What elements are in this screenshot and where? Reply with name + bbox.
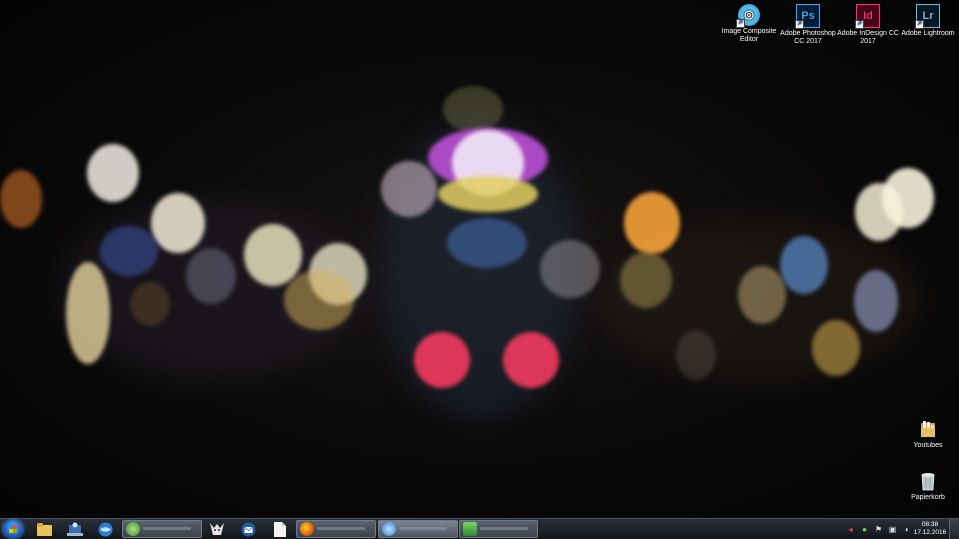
clock-date: 17.12.2016 bbox=[913, 529, 947, 536]
desktop-icon-label: Adobe InDesign CC 2017 bbox=[837, 30, 899, 45]
taskbar-window-firefox[interactable] bbox=[296, 520, 376, 538]
app2-icon bbox=[463, 522, 477, 536]
network-icon[interactable]: ▣ bbox=[888, 525, 897, 534]
desktop-wallpaper bbox=[0, 0, 959, 518]
desktop-icon-youtubes-folder[interactable]: Youtubes bbox=[897, 418, 959, 450]
system-tray: ◂ ● ⚑ ▣ ◖ bbox=[846, 523, 911, 535]
desktop-icon-label: Adobe Photoshop CC 2017 bbox=[780, 30, 836, 45]
taskbar: ◂ ● ⚑ ▣ ◖ 08:38 17.12.2016 bbox=[0, 518, 959, 539]
desktop-icon-label: Youtubes bbox=[913, 442, 943, 449]
app-tray-icon[interactable]: ● bbox=[860, 525, 869, 534]
media-app-icon bbox=[209, 523, 224, 535]
desktop-icon-label: Adobe Lightroom bbox=[901, 30, 955, 37]
browser-icon bbox=[98, 522, 113, 536]
browser-taskbar-button[interactable] bbox=[97, 521, 114, 537]
start-button[interactable] bbox=[3, 520, 23, 538]
photoshop-icon: Ps ↗ bbox=[795, 4, 820, 29]
desktop-icon-photoshop[interactable]: Ps ↗ Adobe Photoshop CC 2017 bbox=[777, 4, 839, 46]
thunderbird-taskbar-button[interactable] bbox=[240, 521, 257, 537]
explorer-taskbar-button[interactable] bbox=[36, 521, 53, 537]
app1-icon bbox=[126, 522, 140, 536]
clock-time: 08:38 bbox=[921, 521, 939, 528]
desktop-icon-recycle-bin[interactable]: Papierkorb bbox=[897, 470, 959, 502]
desktop-icon-label: Papierkorb bbox=[911, 494, 945, 501]
lightroom-icon: Lr ↗ bbox=[915, 4, 940, 29]
document-icon bbox=[273, 521, 286, 537]
taskbar-window-app2[interactable] bbox=[459, 520, 538, 538]
image-composite-editor-icon: ◎ ↗ bbox=[736, 4, 760, 28]
firefox-icon bbox=[300, 522, 314, 536]
action-center-flag-icon[interactable]: ⚑ bbox=[874, 525, 883, 534]
document-taskbar-button[interactable] bbox=[271, 521, 288, 537]
network-app-icon bbox=[66, 522, 83, 536]
indesign-icon: Id ↗ bbox=[855, 4, 880, 29]
show-desktop-button[interactable] bbox=[949, 519, 959, 539]
recycle-bin-icon bbox=[917, 470, 939, 492]
clock[interactable]: 08:38 17.12.2016 bbox=[913, 521, 947, 537]
media-app-taskbar-button[interactable] bbox=[208, 521, 225, 537]
network-app-taskbar-button[interactable] bbox=[66, 521, 83, 537]
desktop-icon-label: Image Composite Editor bbox=[721, 28, 777, 43]
folder-icon bbox=[917, 418, 939, 440]
taskbar-window-app1[interactable] bbox=[122, 520, 202, 538]
thunderbird-icon bbox=[241, 522, 256, 536]
browser-window-icon bbox=[382, 522, 396, 536]
desktop-icon-lightroom[interactable]: Lr ↗ Adobe Lightroom bbox=[897, 4, 959, 38]
volume-icon[interactable]: ◖ bbox=[902, 525, 911, 534]
desktop-icon-image-composite-editor[interactable]: ◎ ↗ Image Composite Editor bbox=[718, 4, 780, 44]
desktop-icon-indesign[interactable]: Id ↗ Adobe InDesign CC 2017 bbox=[837, 4, 899, 46]
taskbar-window-browser[interactable] bbox=[378, 520, 458, 538]
explorer-icon bbox=[37, 522, 52, 536]
show-hidden-icons-chevron-icon[interactable]: ◂ bbox=[846, 525, 855, 534]
